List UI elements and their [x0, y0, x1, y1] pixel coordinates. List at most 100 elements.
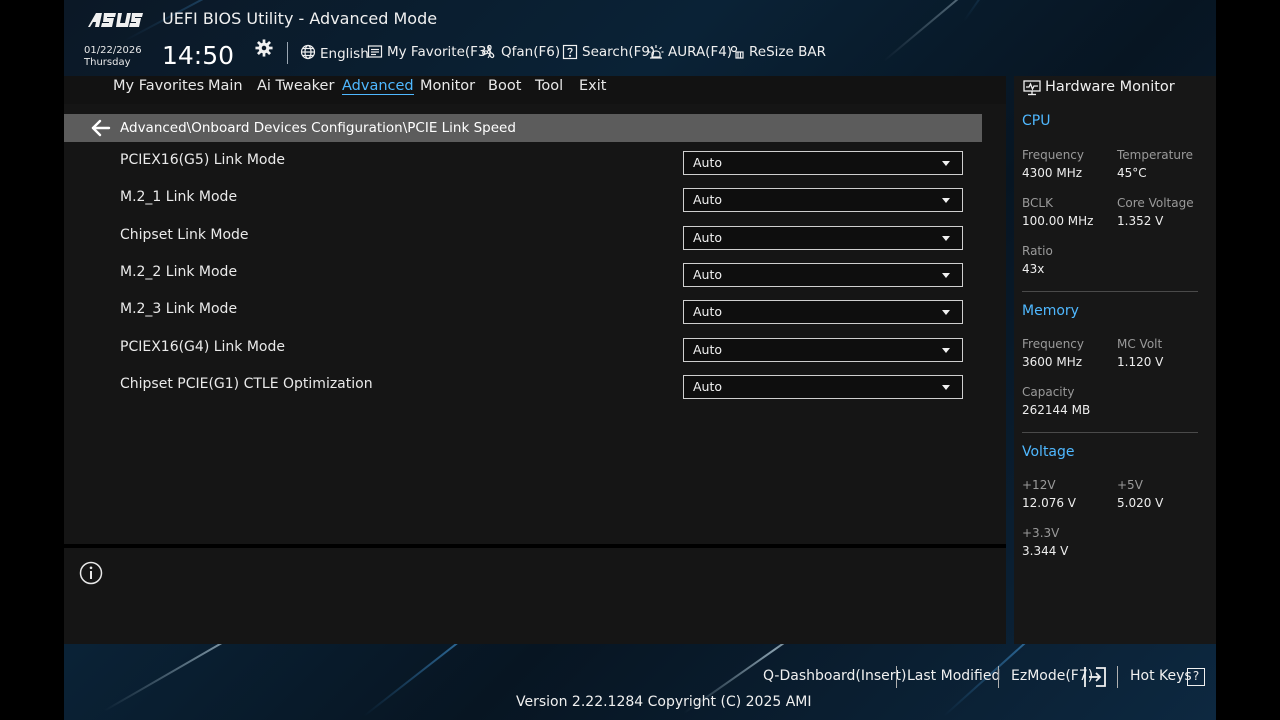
q-dashboard-button[interactable]: Q-Dashboard(Insert) — [763, 668, 907, 684]
v33-label: +3.3V — [1022, 526, 1060, 540]
tab-my-favorites[interactable]: My Favorites — [113, 78, 204, 94]
footer-divider — [896, 666, 897, 688]
setting-select-pciex16-g5[interactable]: Auto — [683, 151, 963, 175]
clock[interactable]: 14:50 — [162, 41, 234, 70]
select-value: Auto — [693, 342, 723, 357]
select-value: Auto — [693, 304, 723, 319]
cpu-ratio-value: 43x — [1022, 262, 1045, 276]
resize-bar-button[interactable]: ReSize BAR — [729, 42, 826, 62]
breadcrumb: Advanced\Onboard Devices Configuration\P… — [120, 120, 516, 136]
setting-label-m2-3[interactable]: M.2_3 Link Mode — [120, 301, 237, 317]
resize-bar-label: ReSize BAR — [749, 44, 826, 60]
hw-section-voltage: Voltage — [1022, 444, 1075, 460]
hardware-monitor-title: Hardware Monitor — [1045, 79, 1175, 95]
mc-volt-value: 1.120 V — [1117, 355, 1164, 369]
dropdown-caret-icon — [942, 385, 950, 390]
memory-frequency-value: 3600 MHz — [1022, 355, 1083, 369]
light-streak — [883, 0, 1138, 62]
my-favorite-label: My Favorite(F3) — [387, 44, 492, 60]
setting-label-pciex16-g4[interactable]: PCIEX16(G4) Link Mode — [120, 339, 285, 355]
ezmode-button[interactable]: EzMode(F7) — [1011, 668, 1093, 684]
footer-divider — [998, 666, 999, 688]
v5-label: +5V — [1117, 478, 1143, 492]
aura-light-icon — [648, 45, 664, 59]
hw-section-cpu: CPU — [1022, 113, 1051, 129]
dropdown-caret-icon — [942, 273, 950, 278]
back-arrow-icon[interactable] — [90, 118, 112, 138]
resize-bar-icon — [730, 45, 744, 59]
language-label: English — [320, 46, 369, 62]
tab-ai-tweaker[interactable]: Ai Tweaker — [257, 78, 334, 94]
favorite-list-icon — [367, 45, 383, 58]
hot-keys-button[interactable]: Hot Keys — [1130, 668, 1192, 684]
tab-tool[interactable]: Tool — [535, 78, 563, 94]
cpu-frequency-label: Frequency — [1022, 148, 1084, 162]
light-streak — [963, 0, 1114, 22]
setting-select-chipset-ctle[interactable]: Auto — [683, 375, 963, 399]
aura-button[interactable]: AURA(F4) — [648, 42, 732, 62]
header-divider — [287, 42, 288, 64]
help-panel — [64, 548, 1006, 644]
cpu-bclk-value: 100.00 MHz — [1022, 214, 1094, 228]
dropdown-caret-icon — [942, 348, 950, 353]
setting-label-m2-2[interactable]: M.2_2 Link Mode — [120, 264, 237, 280]
my-favorite-button[interactable]: My Favorite(F3) — [367, 42, 492, 62]
date-display: 01/22/2026 Thursday — [84, 45, 142, 69]
memory-capacity-label: Capacity — [1022, 385, 1075, 399]
tab-monitor[interactable]: Monitor — [420, 78, 475, 94]
setting-select-m2-2[interactable]: Auto — [683, 263, 963, 287]
memory-capacity-value: 262144 MB — [1022, 403, 1091, 417]
select-value: Auto — [693, 230, 723, 245]
aura-label: AURA(F4) — [668, 44, 733, 60]
date-text: 01/22/2026 — [84, 45, 142, 56]
tab-boot[interactable]: Boot — [488, 78, 521, 94]
hw-divider — [1022, 432, 1198, 433]
cpu-core-voltage-value: 1.352 V — [1117, 214, 1164, 228]
globe-icon — [300, 44, 316, 60]
cpu-temperature-value: 45°C — [1117, 166, 1147, 180]
setting-label-chipset-link[interactable]: Chipset Link Mode — [120, 227, 249, 243]
cpu-frequency-value: 4300 MHz — [1022, 166, 1083, 180]
hw-divider — [1022, 291, 1198, 292]
search-help-icon — [562, 44, 578, 60]
help-key-icon[interactable]: ? — [1187, 668, 1205, 686]
v12-label: +12V — [1022, 478, 1056, 492]
v12-value: 12.076 V — [1022, 496, 1077, 510]
cpu-core-voltage-label: Core Voltage — [1117, 196, 1194, 210]
search-button[interactable]: Search(F9) — [562, 42, 655, 62]
hw-section-memory: Memory — [1022, 303, 1079, 319]
qfan-button[interactable]: Qfan(F6) — [481, 42, 560, 62]
cpu-bclk-label: BCLK — [1022, 196, 1053, 210]
tab-exit[interactable]: Exit — [579, 78, 606, 94]
setting-select-chipset-link[interactable]: Auto — [683, 226, 963, 250]
setting-label-chipset-ctle[interactable]: Chipset PCIE(G1) CTLE Optimization — [120, 376, 373, 392]
last-modified-button[interactable]: Last Modified — [907, 668, 1000, 684]
day-text: Thursday — [84, 57, 131, 68]
setting-select-m2-1[interactable]: Auto — [683, 188, 963, 212]
fan-icon — [482, 44, 495, 59]
tab-main[interactable]: Main — [208, 78, 243, 94]
setting-select-m2-3[interactable]: Auto — [683, 300, 963, 324]
footer-divider — [1117, 666, 1118, 688]
monitor-icon — [1023, 80, 1041, 96]
select-value: Auto — [693, 267, 723, 282]
cpu-ratio-label: Ratio — [1022, 244, 1053, 258]
dropdown-caret-icon — [942, 310, 950, 315]
gear-icon[interactable] — [255, 39, 273, 57]
search-label: Search(F9) — [582, 44, 656, 60]
dropdown-caret-icon — [942, 236, 950, 241]
asus-logo — [88, 13, 143, 27]
setting-label-m2-1[interactable]: M.2_1 Link Mode — [120, 189, 237, 205]
language-button[interactable]: English — [300, 42, 369, 62]
v33-value: 3.344 V — [1022, 544, 1069, 558]
dropdown-caret-icon — [942, 161, 950, 166]
info-icon — [79, 561, 103, 585]
qfan-label: Qfan(F6) — [501, 44, 561, 60]
app-title: UEFI BIOS Utility - Advanced Mode — [162, 9, 438, 28]
setting-label-pciex16-g5[interactable]: PCIEX16(G5) Link Mode — [120, 152, 285, 168]
exit-to-ezmode-icon[interactable] — [1083, 666, 1107, 688]
tab-advanced[interactable]: Advanced — [342, 78, 414, 95]
v5-value: 5.020 V — [1117, 496, 1164, 510]
cpu-temperature-label: Temperature — [1117, 148, 1194, 162]
setting-select-pciex16-g4[interactable]: Auto — [683, 338, 963, 362]
